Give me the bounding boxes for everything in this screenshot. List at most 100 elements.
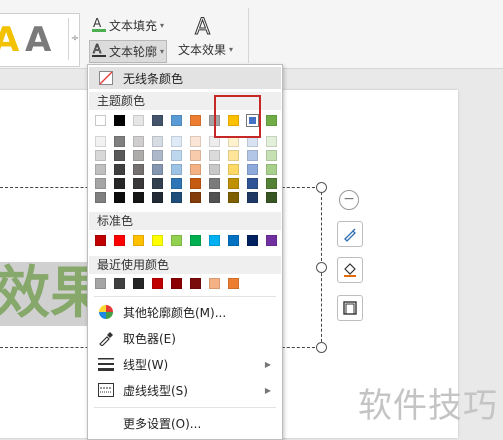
color-swatch[interactable] <box>152 164 163 175</box>
color-swatch[interactable] <box>152 192 163 203</box>
color-swatch[interactable] <box>190 136 201 147</box>
color-swatch[interactable] <box>171 164 182 175</box>
color-swatch[interactable] <box>95 136 106 147</box>
color-swatch[interactable] <box>114 115 125 126</box>
color-swatch[interactable] <box>266 178 277 189</box>
text-outline-label: 文本轮廓 <box>109 45 158 59</box>
line-type-label: 线型(W) <box>123 357 169 372</box>
line-type-item[interactable]: 线型(W) ▶ <box>89 353 281 375</box>
color-swatch[interactable] <box>190 278 201 289</box>
color-swatch[interactable] <box>228 150 239 161</box>
color-swatch[interactable] <box>266 115 277 126</box>
color-swatch[interactable] <box>152 115 163 126</box>
gallery-more-button[interactable]: ÷ <box>68 18 81 60</box>
color-swatch[interactable] <box>114 164 125 175</box>
wordart-style-gray[interactable]: A <box>25 20 51 60</box>
color-swatch[interactable] <box>95 192 106 203</box>
color-swatch[interactable] <box>95 115 106 126</box>
color-swatch[interactable] <box>95 278 106 289</box>
other-outline-colors-item[interactable]: 其他轮廓颜色(M)... <box>89 301 281 323</box>
color-swatch[interactable] <box>95 164 106 175</box>
more-settings-item[interactable]: 更多设置(O)... <box>89 412 281 434</box>
resize-handle-top-right[interactable] <box>316 182 327 193</box>
color-swatch[interactable] <box>171 192 182 203</box>
color-swatch[interactable] <box>152 178 163 189</box>
no-line-color-item[interactable]: 无线条颜色 <box>89 67 281 89</box>
color-swatch[interactable] <box>133 115 144 126</box>
eyedropper-label: 取色器(E) <box>123 331 176 346</box>
recent-colors-label: 最近使用颜色 <box>89 256 281 274</box>
eyedropper-item[interactable]: 取色器(E) <box>89 327 281 349</box>
color-swatch[interactable] <box>190 150 201 161</box>
color-swatch[interactable] <box>133 192 144 203</box>
color-swatch[interactable] <box>247 178 258 189</box>
color-swatch[interactable] <box>171 278 182 289</box>
color-swatch[interactable] <box>190 164 201 175</box>
minus-icon[interactable]: − <box>339 190 359 210</box>
shape-fill-button[interactable] <box>337 257 363 283</box>
color-swatch[interactable] <box>95 150 106 161</box>
wordart-style-yellow[interactable]: A <box>0 20 19 60</box>
color-swatch[interactable] <box>133 150 144 161</box>
more-settings-label: 更多设置(O)... <box>123 416 202 431</box>
color-swatch[interactable] <box>95 235 106 246</box>
color-swatch[interactable] <box>114 136 125 147</box>
color-swatch[interactable] <box>190 235 201 246</box>
color-swatch[interactable] <box>133 164 144 175</box>
text-outline-button[interactable]: A 文本轮廓 ▾ <box>89 40 168 63</box>
color-swatch[interactable] <box>133 278 144 289</box>
color-swatch[interactable] <box>114 235 125 246</box>
color-swatch[interactable] <box>152 278 163 289</box>
color-swatch[interactable] <box>114 150 125 161</box>
color-swatch[interactable] <box>247 192 258 203</box>
color-swatch[interactable] <box>209 150 220 161</box>
watermark-text: 软件技巧 <box>358 386 498 426</box>
color-swatch[interactable] <box>171 136 182 147</box>
color-swatch[interactable] <box>114 178 125 189</box>
color-swatch[interactable] <box>266 164 277 175</box>
color-swatch[interactable] <box>209 192 220 203</box>
color-swatch[interactable] <box>171 235 182 246</box>
color-swatch[interactable] <box>190 115 201 126</box>
color-swatch[interactable] <box>171 150 182 161</box>
color-swatch[interactable] <box>152 150 163 161</box>
highlight-annotation-box <box>214 95 261 138</box>
text-fill-button[interactable]: A 文本填充 ▾ <box>92 16 164 35</box>
color-swatch[interactable] <box>228 192 239 203</box>
color-swatch[interactable] <box>190 192 201 203</box>
color-swatch[interactable] <box>228 178 239 189</box>
color-swatch[interactable] <box>247 164 258 175</box>
color-swatch[interactable] <box>133 178 144 189</box>
color-swatch[interactable] <box>228 164 239 175</box>
color-swatch[interactable] <box>152 235 163 246</box>
dash-type-item[interactable]: 虚线线型(S) ▶ <box>89 379 281 401</box>
resize-handle-bottom-right[interactable] <box>316 342 327 353</box>
chevron-down-icon: ▾ <box>160 47 165 56</box>
text-effect-button[interactable]: A 文本效果 ▾ <box>178 14 233 58</box>
color-swatch[interactable] <box>152 136 163 147</box>
color-swatch[interactable] <box>247 150 258 161</box>
color-swatch[interactable] <box>95 178 106 189</box>
color-swatch[interactable] <box>190 178 201 189</box>
color-swatch[interactable] <box>228 235 239 246</box>
color-swatch[interactable] <box>171 115 182 126</box>
color-swatch[interactable] <box>209 178 220 189</box>
color-swatch[interactable] <box>209 235 220 246</box>
color-swatch[interactable] <box>247 235 258 246</box>
color-swatch[interactable] <box>266 150 277 161</box>
color-swatch[interactable] <box>266 235 277 246</box>
text-fill-icon: A <box>92 16 106 35</box>
color-swatch[interactable] <box>266 192 277 203</box>
shape-style-button[interactable] <box>337 221 363 247</box>
color-swatch[interactable] <box>209 278 220 289</box>
color-swatch[interactable] <box>209 164 220 175</box>
resize-handle-right[interactable] <box>316 262 327 273</box>
color-swatch[interactable] <box>228 278 239 289</box>
color-swatch[interactable] <box>266 136 277 147</box>
color-swatch[interactable] <box>114 192 125 203</box>
color-swatch[interactable] <box>114 278 125 289</box>
color-swatch[interactable] <box>171 178 182 189</box>
color-swatch[interactable] <box>133 235 144 246</box>
shape-outline-button[interactable] <box>337 295 363 321</box>
color-swatch[interactable] <box>133 136 144 147</box>
